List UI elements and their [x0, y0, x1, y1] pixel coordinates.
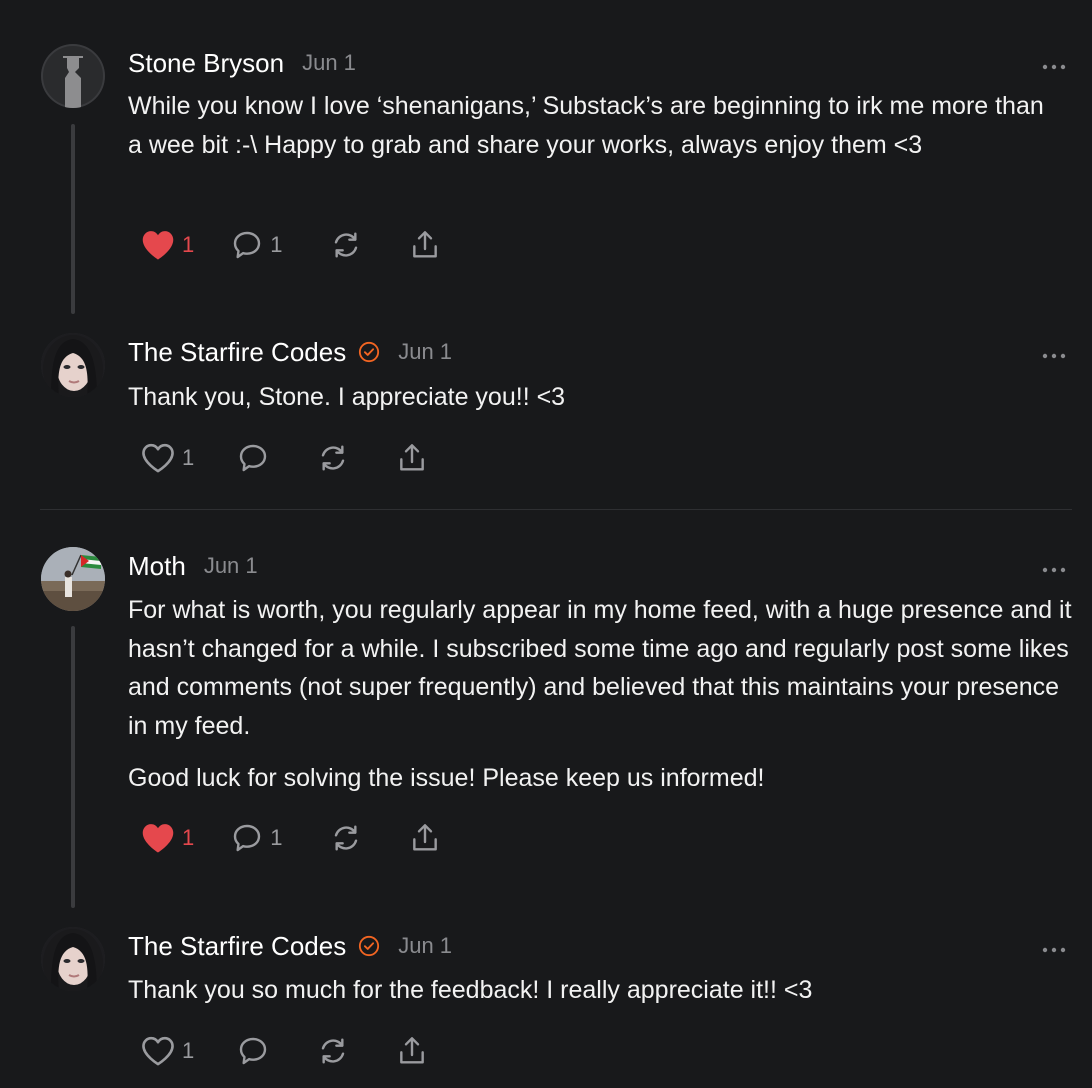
heart-icon [142, 824, 174, 853]
like-count: 1 [182, 445, 195, 470]
reply-button[interactable]: 1 [230, 818, 283, 858]
like-button[interactable]: 1 [140, 1031, 194, 1071]
restack-icon [322, 1038, 345, 1064]
share-button[interactable] [396, 438, 428, 478]
restack-icon [334, 232, 357, 258]
verified-badge-icon [359, 341, 380, 363]
author-name[interactable]: The Starfire Codes [128, 931, 346, 962]
avatar[interactable] [41, 44, 105, 108]
verified-badge-icon [359, 935, 380, 957]
avatar[interactable] [41, 927, 105, 991]
more-options-button[interactable] [1042, 347, 1066, 359]
restack-button[interactable] [316, 438, 350, 478]
author-name[interactable]: The Starfire Codes [128, 337, 346, 368]
share-button[interactable] [396, 1031, 428, 1071]
comment-actions: 1 [140, 1031, 428, 1071]
more-options-button[interactable] [1042, 941, 1066, 953]
reply-button[interactable]: 1 [230, 225, 283, 265]
like-count: 1 [182, 825, 195, 850]
ellipsis-icon [1042, 567, 1066, 573]
comment-date[interactable]: Jun 1 [204, 553, 258, 579]
restack-button[interactable] [329, 818, 363, 858]
share-icon [412, 231, 437, 258]
like-button[interactable]: 1 [140, 818, 194, 858]
comment-header: Moth Jun 1 [128, 549, 258, 583]
like-count: 1 [182, 232, 195, 257]
comment-body: While you know I love ‘shenanigans,’ Sub… [128, 87, 1058, 164]
restack-icon [322, 445, 345, 471]
ellipsis-icon [1042, 353, 1066, 359]
author-name[interactable]: Stone Bryson [128, 48, 284, 79]
comment-icon [234, 231, 261, 259]
comment-date[interactable]: Jun 1 [398, 339, 452, 365]
comment-paragraph: For what is worth, you regularly appear … [128, 596, 1072, 740]
ellipsis-icon [1042, 947, 1066, 953]
reply-count: 1 [270, 825, 283, 850]
heart-icon [142, 1036, 174, 1066]
comment-body: For what is worth, you regularly appear … [128, 591, 1078, 798]
restack-icon [334, 825, 357, 851]
comment-date[interactable]: Jun 1 [398, 933, 452, 959]
heart-icon [142, 443, 174, 473]
comment-actions: 1 [140, 438, 428, 478]
share-icon [400, 1037, 425, 1064]
avatar[interactable] [41, 547, 105, 611]
like-button[interactable]: 1 [140, 438, 194, 478]
avatar[interactable] [41, 333, 105, 397]
share-button[interactable] [409, 225, 441, 265]
share-button[interactable] [409, 818, 441, 858]
comment-header: The Starfire Codes Jun 1 [128, 335, 452, 369]
comment-date[interactable]: Jun 1 [302, 50, 356, 76]
comment-paragraph: Good luck for solving the issue! Please … [128, 764, 765, 792]
author-name[interactable]: Moth [128, 551, 186, 582]
comment-actions: 1 1 [140, 225, 441, 265]
reply-button[interactable] [236, 438, 270, 478]
comment-paragraph: While you know I love ‘shenanigans,’ Sub… [128, 92, 1044, 159]
heart-icon [142, 231, 174, 260]
thread-line [71, 124, 75, 314]
restack-button[interactable] [329, 225, 363, 265]
comment-icon [234, 824, 261, 852]
ellipsis-icon [1042, 64, 1066, 70]
more-options-button[interactable] [1042, 561, 1066, 573]
more-options-button[interactable] [1042, 58, 1066, 70]
comment-header: The Starfire Codes Jun 1 [128, 929, 452, 963]
comment-actions: 1 1 [140, 818, 441, 858]
reply-count: 1 [270, 232, 283, 257]
comment-paragraph: Thank you, Stone. I appreciate you!! <3 [128, 383, 566, 411]
comment-icon [240, 444, 267, 472]
reply-button[interactable] [236, 1031, 270, 1071]
like-count: 1 [182, 1038, 195, 1063]
comment-paragraph: Thank you so much for the feedback! I re… [128, 976, 813, 1004]
share-icon [400, 444, 425, 471]
comment-header: Stone Bryson Jun 1 [128, 46, 356, 80]
comment-body: Thank you, Stone. I appreciate you!! <3 [128, 378, 1058, 417]
restack-button[interactable] [316, 1031, 350, 1071]
comment-body: Thank you so much for the feedback! I re… [128, 971, 1058, 1010]
comment-icon [240, 1037, 267, 1065]
thread-divider [40, 509, 1072, 510]
share-icon [412, 824, 437, 851]
thread-line [71, 626, 75, 908]
like-button[interactable]: 1 [140, 225, 194, 265]
